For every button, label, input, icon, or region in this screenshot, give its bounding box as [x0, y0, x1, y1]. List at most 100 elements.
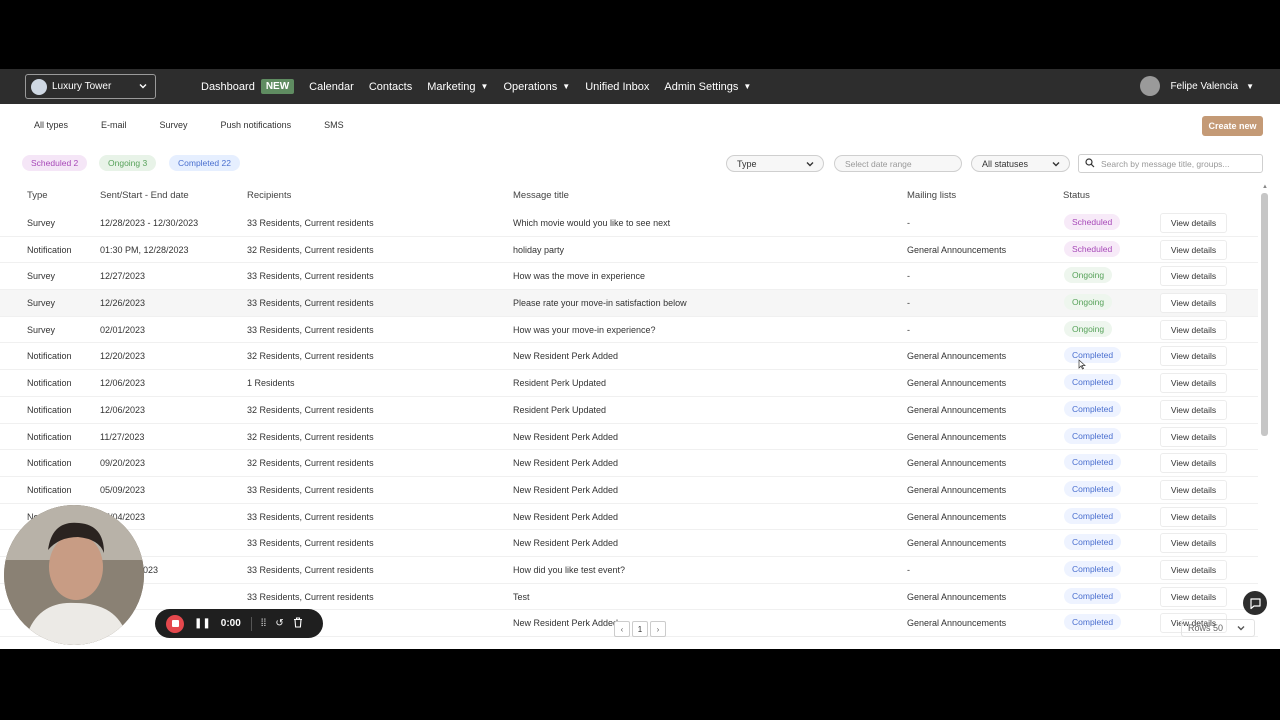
- view-details-button[interactable]: View details: [1160, 586, 1227, 607]
- view-details-button[interactable]: View details: [1160, 239, 1227, 260]
- nav-menu: Dashboard NEW Calendar Contacts Marketin…: [201, 69, 766, 104]
- view-details-button[interactable]: View details: [1160, 399, 1227, 420]
- scheduled-filter-chip[interactable]: Scheduled 2: [22, 155, 88, 171]
- cell-mailing-list: General Announcements: [907, 404, 1007, 415]
- rows-per-page-select[interactable]: Rows 50: [1181, 619, 1255, 637]
- view-details-button[interactable]: View details: [1160, 559, 1227, 580]
- view-details-button[interactable]: View details: [1160, 479, 1227, 500]
- table-row[interactable]: 202333 Residents, Current residentsNew R…: [0, 530, 1258, 557]
- cell-type: Notification: [27, 378, 72, 389]
- scroll-up-arrow[interactable]: ▲: [1262, 184, 1268, 190]
- cell-mailing-list: -: [907, 298, 910, 309]
- cell-type: Survey: [27, 271, 56, 282]
- create-new-button[interactable]: Create new: [1202, 116, 1263, 136]
- col-mailing-lists: Mailing lists: [907, 190, 957, 201]
- table-row[interactable]: Notification 05/09/2023 33 Residents, Curr…: [0, 477, 1258, 504]
- type-select[interactable]: Type: [726, 155, 824, 172]
- col-recipients: Recipients: [247, 190, 292, 201]
- table-row[interactable]: Survey 12/26/2023 33 Residents, Current re…: [0, 290, 1258, 317]
- prev-page-button[interactable]: ‹: [614, 621, 630, 637]
- view-details-button[interactable]: View details: [1160, 319, 1227, 340]
- table-row[interactable]: Notification05/04/202333 Residents, Curr…: [0, 504, 1258, 531]
- cell-type: Survey: [27, 298, 56, 309]
- search-input[interactable]: Search by message title, groups...: [1078, 154, 1263, 173]
- view-details-button[interactable]: View details: [1160, 346, 1227, 367]
- status-select[interactable]: All statuses: [971, 155, 1070, 172]
- table-row[interactable]: Notification 01:30 PM, 12/28/2023 32 Resid…: [0, 237, 1258, 264]
- cell-mailing-list: -: [907, 271, 910, 282]
- nav-unified-inbox[interactable]: Unified Inbox: [585, 81, 649, 93]
- nav-calendar[interactable]: Calendar: [309, 81, 354, 93]
- webcam-overlay: [4, 505, 144, 645]
- chevron-down-icon: ▼: [480, 82, 489, 91]
- property-name: Luxury Tower: [52, 81, 112, 92]
- status-badge: Completed: [1064, 480, 1122, 497]
- view-details-button[interactable]: View details: [1160, 533, 1227, 554]
- table-row[interactable]: Notification 09/20/2023 32 Residents, Curr…: [0, 450, 1258, 477]
- table-row[interactable]: Survey 12/28/2023 - 12/30/2023 33 Resident…: [0, 210, 1258, 237]
- cell-recipients: 33 Residents, Current residents: [247, 538, 374, 549]
- nav-admin-settings[interactable]: Admin Settings ▼: [664, 81, 751, 93]
- chat-icon[interactable]: [1243, 591, 1267, 615]
- chevron-down-icon: ▼: [1246, 81, 1254, 91]
- pause-icon[interactable]: ❚❚: [194, 618, 211, 629]
- cell-message-title: Please rate your move-in satisfaction be…: [513, 298, 687, 309]
- scrollbar-thumb[interactable]: [1261, 193, 1268, 436]
- table-row[interactable]: Survey 02/01/2023 33 Residents, Current re…: [0, 317, 1258, 344]
- status-badge: Completed: [1064, 507, 1122, 524]
- cell-date: 09/20/2023: [100, 458, 146, 469]
- table-row[interactable]: Notification 12/06/2023 1 Residents Residen…: [0, 370, 1258, 397]
- table-row[interactable]: Survey 12/27/2023 33 Residents, Current re…: [0, 263, 1258, 291]
- cell-recipients: 32 Residents, Current residents: [247, 458, 374, 469]
- cell-mailing-list: General Announcements: [907, 511, 1007, 522]
- view-details-button[interactable]: View details: [1160, 293, 1227, 314]
- cell-recipients: 33 Residents, Current residents: [247, 324, 374, 335]
- view-details-button[interactable]: View details: [1160, 453, 1227, 474]
- tab-push-notifications[interactable]: Push notifications: [221, 120, 292, 130]
- nav-dashboard[interactable]: Dashboard NEW: [201, 79, 295, 94]
- property-selector[interactable]: Luxury Tower: [25, 74, 156, 99]
- view-details-button[interactable]: View details: [1160, 506, 1227, 527]
- status-badge: Completed: [1064, 374, 1122, 391]
- table-row[interactable]: Notification 11/27/2023 32 Residents, Curr…: [0, 424, 1258, 451]
- next-page-button[interactable]: ›: [650, 621, 666, 637]
- cell-message-title: New Resident Perk Added: [513, 618, 619, 629]
- grid-handle-icon[interactable]: ⁞⁞: [261, 618, 267, 629]
- cell-mailing-list: -: [907, 324, 910, 335]
- trash-icon[interactable]: [293, 616, 303, 631]
- type-tabs: All types E-mail Survey Push notificatio…: [34, 120, 344, 130]
- view-details-button[interactable]: View details: [1160, 426, 1227, 447]
- nav-marketing[interactable]: Marketing ▼: [427, 81, 488, 93]
- view-details-button[interactable]: View details: [1160, 266, 1227, 287]
- view-details-button[interactable]: View details: [1160, 373, 1227, 394]
- table-row[interactable]: 33 Residents, Current residents Test Gener…: [0, 584, 1258, 611]
- completed-filter-chip[interactable]: Completed 22: [169, 155, 240, 171]
- cell-recipients: 33 Residents, Current residents: [247, 484, 374, 495]
- cell-mailing-list: General Announcements: [907, 484, 1007, 495]
- cell-mailing-list: General Announcements: [907, 538, 1007, 549]
- tab-all-types[interactable]: All types: [34, 120, 68, 130]
- table-row[interactable]: Notification 12/06/2023 32 Residents, Curr…: [0, 397, 1258, 424]
- table-row[interactable]: 3 - 03/10/202333 Residents, Current resi…: [0, 557, 1258, 584]
- ongoing-filter-chip[interactable]: Ongoing 3: [99, 155, 157, 171]
- cell-message-title: Test: [513, 591, 530, 602]
- date-range-input[interactable]: Select date range: [834, 155, 962, 172]
- tab-survey[interactable]: Survey: [160, 120, 188, 130]
- cell-type: Notification: [27, 351, 72, 362]
- table-row[interactable]: Notification 12/20/2023 32 Residents, Curr…: [0, 343, 1258, 371]
- nav-operations[interactable]: Operations ▼: [503, 81, 570, 93]
- user-menu[interactable]: Felipe Valencia ▼: [1140, 76, 1254, 96]
- cell-message-title: New Resident Perk Added: [513, 431, 619, 442]
- cell-type: Notification: [27, 244, 72, 255]
- cell-message-title: Resident Perk Updated: [513, 378, 607, 389]
- cell-message-title: How did you like test event?: [513, 564, 626, 575]
- tab-email[interactable]: E-mail: [101, 120, 127, 130]
- page-number[interactable]: 1: [632, 621, 648, 637]
- nav-contacts[interactable]: Contacts: [369, 81, 412, 93]
- app-window: Luxury Tower Dashboard NEW Calendar Cont…: [0, 69, 1280, 649]
- stop-recording-button[interactable]: [166, 614, 184, 633]
- tab-sms[interactable]: SMS: [324, 120, 344, 130]
- chevron-down-icon: ▼: [743, 82, 752, 91]
- restart-icon[interactable]: ↺: [275, 618, 283, 629]
- view-details-button[interactable]: View details: [1160, 213, 1227, 233]
